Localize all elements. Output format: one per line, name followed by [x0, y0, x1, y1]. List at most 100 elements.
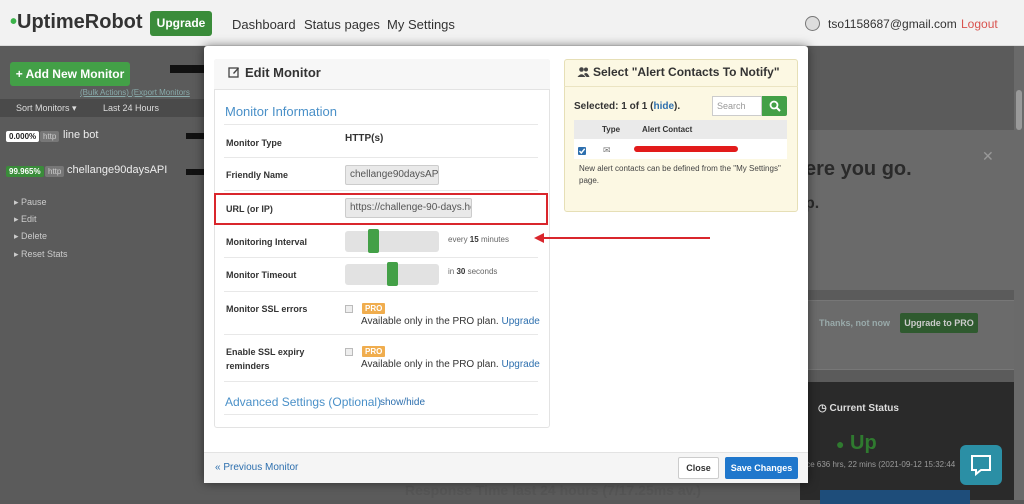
action-reset-stats-label: Reset Stats: [21, 249, 68, 259]
action-edit-label: Edit: [21, 214, 37, 224]
section-monitor-information: Monitor Information: [225, 104, 337, 119]
edit-monitor-title: Edit Monitor: [245, 65, 321, 80]
pro-note-text: Available only in the PRO plan.: [361, 316, 499, 327]
divider: [224, 124, 538, 125]
status-dot-icon: ●: [836, 436, 845, 452]
timeout-prefix: in: [448, 267, 455, 276]
scrollbar-thumb[interactable]: [1016, 90, 1022, 130]
column-type: Type: [602, 125, 621, 134]
timeout-value: 30: [456, 267, 466, 276]
uptime-bar: [186, 133, 205, 139]
ssl-expiry-checkbox[interactable]: [345, 348, 353, 356]
alert-search-input[interactable]: Search: [712, 96, 762, 116]
interval-value: 15: [469, 235, 479, 244]
alert-contacts-note: New alert contacts can be defined from t…: [579, 164, 781, 185]
divider: [224, 291, 538, 292]
close-icon[interactable]: ✕: [982, 148, 994, 165]
action-edit[interactable]: ▸ Edit: [14, 214, 37, 225]
thanks-not-now-link[interactable]: Thanks, not now: [819, 318, 890, 328]
friendly-name-label: Friendly Name: [226, 170, 289, 180]
monitor-timeout-label: Monitor Timeout: [226, 270, 297, 280]
timeout-unit: seconds: [467, 267, 498, 276]
column-alert-contact: Alert Contact: [642, 125, 693, 134]
selected-prefix: Selected: 1 of 1 (: [574, 101, 654, 112]
close-button[interactable]: Close: [678, 457, 719, 479]
interval-prefix: every: [448, 235, 468, 244]
timeout-text: in 30 seconds: [448, 267, 497, 276]
monitor-uptime-badge: 0.000%: [6, 131, 40, 142]
annotation-arrow-icon: [534, 233, 710, 243]
welcome-heading: ere you go.: [805, 158, 912, 180]
ssl-expiry-label-1: Enable SSL expiry: [226, 347, 305, 357]
ssl-expiry-label: Enable SSL expiry reminders: [226, 347, 304, 375]
monitor-name[interactable]: line bot: [63, 129, 98, 141]
timeout-slider-thumb[interactable]: [386, 262, 398, 286]
divider: [224, 157, 538, 158]
pro-badge: PRO: [362, 346, 386, 357]
divider: [224, 414, 538, 415]
response-time-heading: Response Time last 24 hours (7/17.25ms a…: [405, 482, 701, 498]
monitor-type-badge: http: [40, 131, 60, 142]
pro-badge: PRO: [362, 303, 386, 314]
user-avatar-icon: [805, 16, 820, 31]
nav-status-pages[interactable]: Status pages: [304, 17, 380, 32]
nav-my-settings[interactable]: My Settings: [387, 17, 455, 32]
pro-note-text: Available only in the PRO plan.: [361, 359, 499, 370]
divider: [224, 381, 538, 382]
action-pause-label: Pause: [21, 197, 47, 207]
contact-checkbox[interactable]: [578, 147, 586, 155]
bulk-actions-link[interactable]: (Bulk Actions) (Export Monitors: [80, 88, 190, 97]
user-email[interactable]: tso1158687@gmail.com: [828, 17, 957, 31]
action-pause[interactable]: ▸ Pause: [14, 197, 47, 208]
interval-slider-thumb[interactable]: [368, 229, 380, 253]
redacted-contact: [634, 146, 738, 152]
checkmark-icon: [578, 148, 586, 155]
upgrade-link[interactable]: Upgrade: [501, 359, 539, 370]
save-changes-button[interactable]: Save Changes: [725, 457, 798, 479]
interval-slider[interactable]: [345, 231, 439, 252]
alert-contacts-title: Select "Alert Contacts To Notify": [593, 65, 780, 79]
divider: [224, 257, 538, 258]
logo-text: UptimeRobot: [17, 11, 143, 33]
action-delete-label: Delete: [21, 231, 48, 241]
monitor-type-value: HTTP(s): [345, 133, 384, 144]
show-hide-link[interactable]: show/hide: [380, 397, 425, 408]
sparkline: [170, 65, 205, 73]
action-delete[interactable]: ▸ Delete: [14, 231, 47, 242]
search-button[interactable]: [762, 96, 787, 116]
upgrade-button[interactable]: Upgrade: [150, 11, 212, 36]
advanced-settings-heading[interactable]: Advanced Settings (Optional): [225, 395, 381, 409]
divider: [224, 334, 538, 335]
friendly-name-input[interactable]: chellange90daysAPI: [345, 165, 439, 185]
ssl-errors-label: Monitor SSL errors: [226, 304, 308, 314]
monitor-type-badge: http: [45, 166, 65, 177]
chat-button[interactable]: [960, 445, 1002, 485]
chat-icon: [971, 455, 991, 477]
logout-link[interactable]: Logout: [961, 17, 998, 31]
add-new-monitor-button[interactable]: + Add New Monitor: [10, 62, 130, 86]
upgrade-link[interactable]: Upgrade: [501, 316, 539, 327]
status-up-label: Up: [850, 432, 877, 454]
ssl-expiry-label-2: reminders: [226, 361, 270, 371]
monitoring-interval-label: Monitoring Interval: [226, 237, 307, 247]
annotation-highlight-box: [214, 193, 548, 225]
logo[interactable]: •UptimeRobot: [10, 11, 143, 34]
monitor-name[interactable]: chellange90daysAPI: [67, 164, 167, 176]
logo-dot-icon: •: [10, 11, 18, 33]
current-status-label: Current Status: [829, 403, 899, 414]
interval-text: every 15 minutes: [448, 235, 509, 244]
monitor-type-label: Monitor Type: [226, 138, 282, 148]
action-reset-stats[interactable]: ▸ Reset Stats: [14, 249, 68, 260]
ssl-errors-checkbox[interactable]: [345, 305, 353, 313]
hide-link[interactable]: hide: [653, 101, 674, 112]
status-up: ● Up: [836, 432, 877, 455]
interval-unit: minutes: [480, 235, 509, 244]
pro-note: Available only in the PRO plan. Upgrade: [361, 316, 540, 327]
previous-monitor-link[interactable]: « Previous Monitor: [215, 462, 298, 473]
last-24-hours-button[interactable]: Last 24 Hours: [103, 103, 159, 113]
nav-dashboard[interactable]: Dashboard: [232, 17, 296, 32]
upsell-panel: [800, 300, 1020, 370]
sort-monitors-button[interactable]: Sort Monitors ▾: [16, 103, 77, 114]
upgrade-to-pro-button[interactable]: Upgrade to PRO: [900, 313, 978, 333]
test-notification-button[interactable]: [820, 490, 970, 504]
